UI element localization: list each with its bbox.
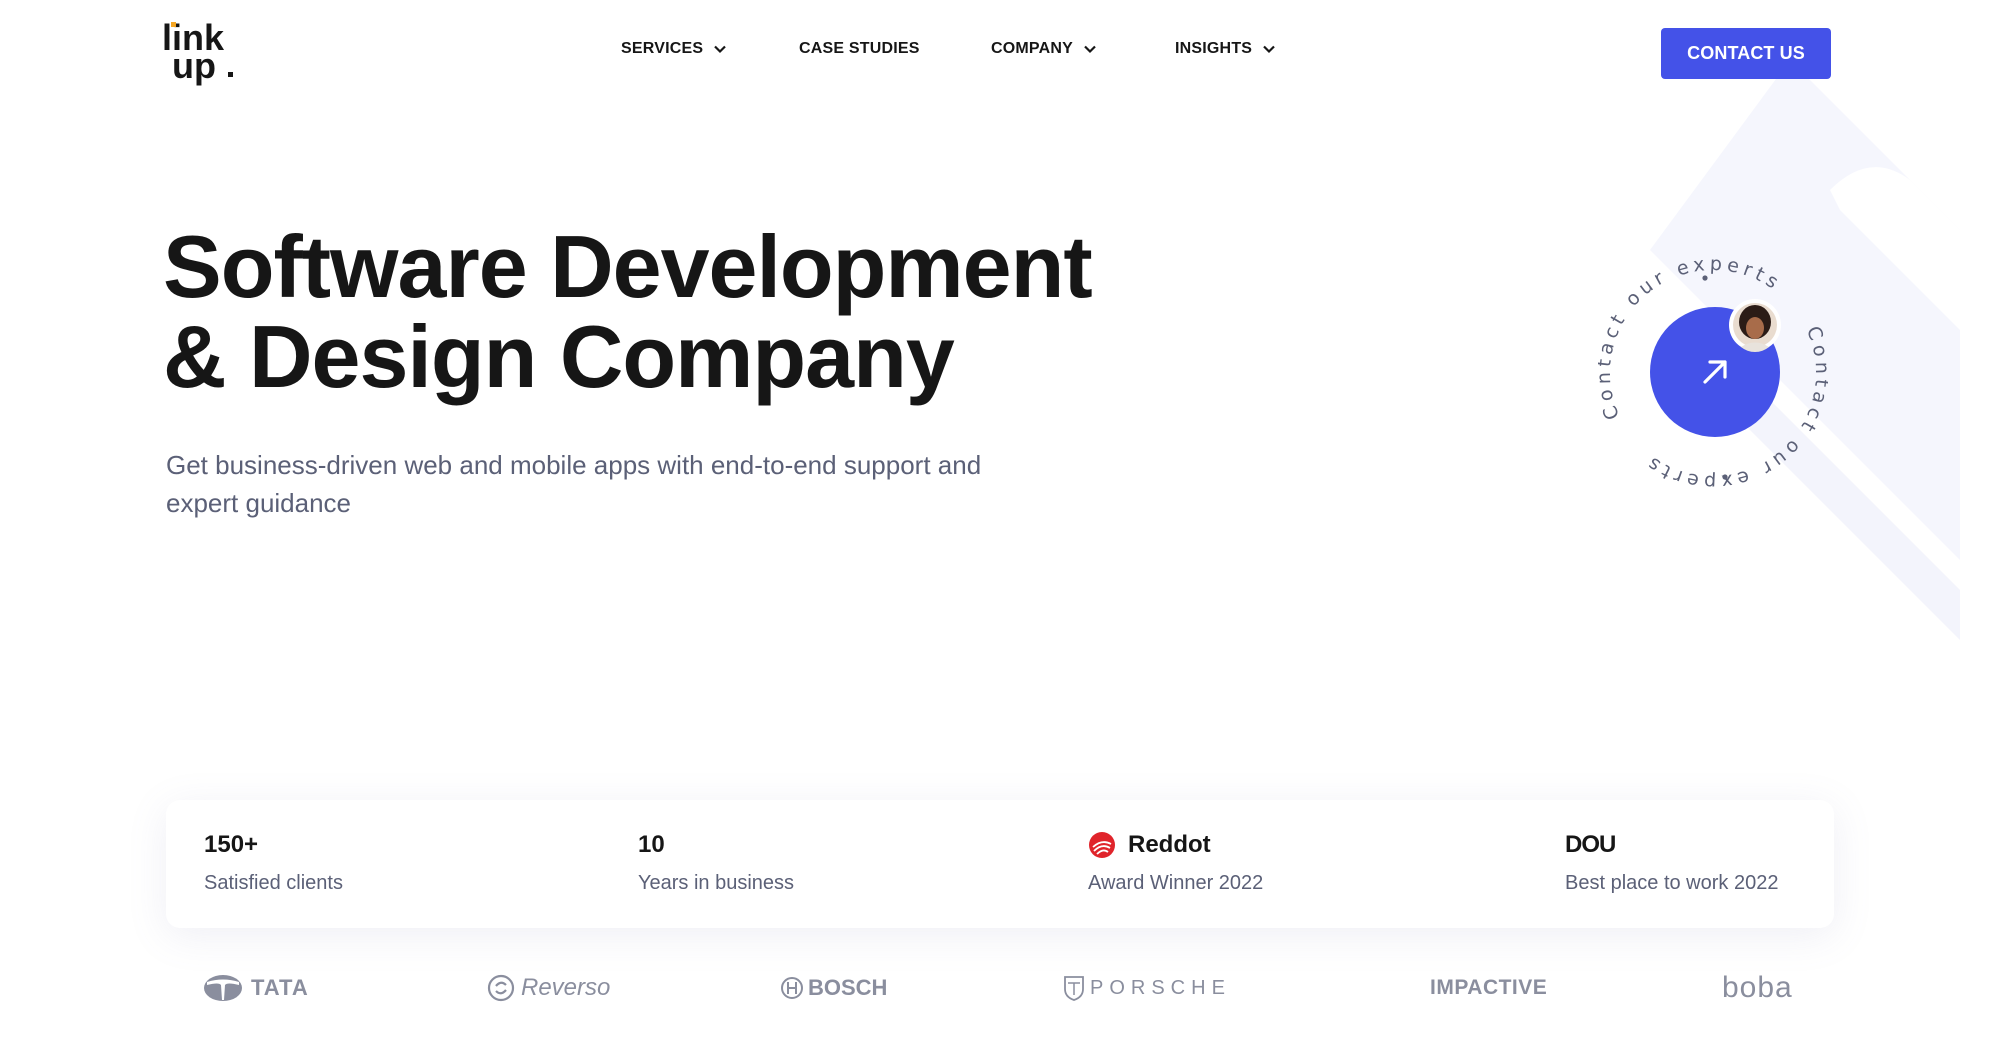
stat-value: Reddot <box>1128 831 1211 858</box>
stat-value: DOU <box>1565 831 1616 858</box>
reddot-icon <box>1089 832 1115 858</box>
client-logo-bosch: BOSCH <box>780 968 887 1008</box>
linkup-logo[interactable]: link up <box>160 16 240 86</box>
svg-text:up: up <box>172 45 216 86</box>
chevron-down-icon <box>1084 45 1096 54</box>
stats-card: 150+ Satisfied clients 10 Years in busin… <box>166 800 1834 928</box>
hero-title-line-1: Software Development <box>163 217 1093 316</box>
stat-value: 10 <box>638 831 665 858</box>
scrollbar-area[interactable] <box>1960 0 2000 1051</box>
stat-label: Best place to work 2022 <box>1565 872 1779 894</box>
bosch-icon <box>781 977 803 999</box>
contact-us-button[interactable]: CONTACT US <box>1661 28 1831 79</box>
stat-reddot: Reddot Award Winner 2022 <box>1088 828 1263 895</box>
page: link up SERVICES CASE STUDIES COMPANY IN… <box>0 0 1960 1051</box>
hero-title: Software Development & Design Company <box>163 222 1263 402</box>
client-logo-tata: TATA <box>203 968 309 1008</box>
nav-case-studies-label: CASE STUDIES <box>799 40 920 57</box>
hero-subtitle: Get business-driven web and mobile apps … <box>166 450 982 518</box>
stat-value: 150+ <box>204 831 259 858</box>
client-logo-reverso: Reverso <box>487 968 610 1008</box>
client-logo-porsche: PORSCHE <box>1064 968 1231 1008</box>
client-logos: TATA Reverso BOSCH PORSCHE IMPACTIVE bob… <box>0 968 1960 1008</box>
reverso-icon <box>487 974 515 1002</box>
main-nav: SERVICES CASE STUDIES COMPANY INSIGHTS <box>621 40 1295 58</box>
nav-services-label: SERVICES <box>621 40 704 57</box>
site-header: link up SERVICES CASE STUDIES COMPANY IN… <box>0 0 1960 105</box>
client-logo-boba: boba <box>1722 971 1793 1004</box>
nav-insights[interactable]: INSIGHTS <box>1175 40 1295 58</box>
stat-years: 10 Years in business <box>638 828 794 895</box>
stat-dou: DOU Best place to work 2022 <box>1565 828 1778 895</box>
chevron-down-icon <box>714 45 727 54</box>
stat-clients: 150+ Satisfied clients <box>204 828 343 895</box>
chevron-down-icon <box>1263 45 1275 54</box>
nav-services[interactable]: SERVICES <box>621 40 799 58</box>
stat-label: Satisfied clients <box>204 872 343 894</box>
porsche-crest-icon <box>1064 976 1084 1001</box>
nav-case-studies[interactable]: CASE STUDIES <box>799 40 991 58</box>
contact-experts-badge[interactable]: Contact our experts Contact our experts <box>1553 219 1873 527</box>
nav-company-label: COMPANY <box>991 40 1073 57</box>
hero-title-line-2: & Design Company <box>163 307 955 406</box>
stat-label: Years in business <box>638 872 795 894</box>
stat-label: Award Winner 2022 <box>1088 872 1264 894</box>
client-logo-impactive: IMPACTIVE <box>1430 976 1548 999</box>
nav-company[interactable]: COMPANY <box>991 40 1175 58</box>
nav-insights-label: INSIGHTS <box>1175 40 1253 57</box>
tata-icon <box>204 975 242 1001</box>
